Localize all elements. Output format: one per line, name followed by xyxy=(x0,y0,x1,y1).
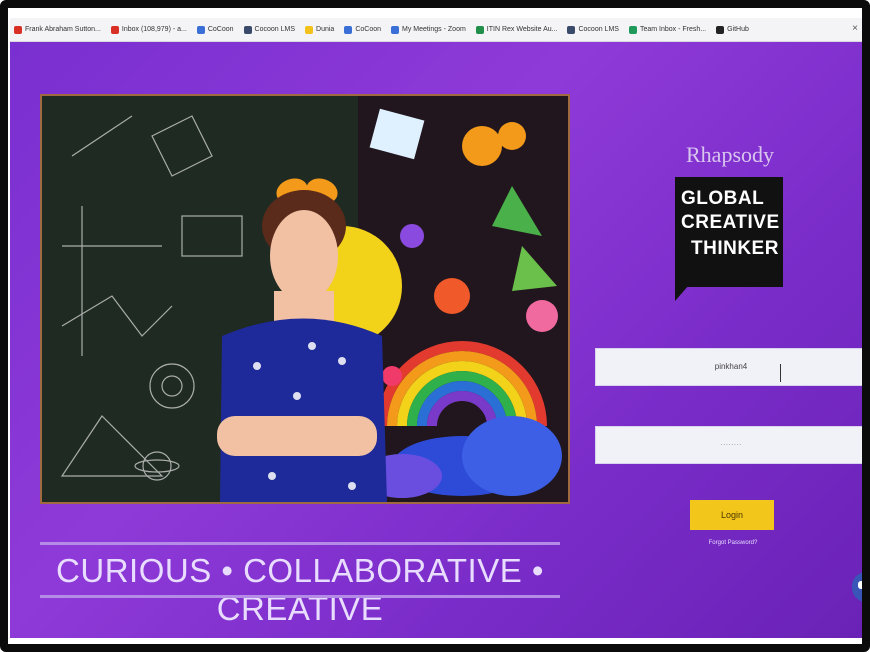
bookmark-label: Cocoon LMS xyxy=(254,26,296,33)
gmail-icon xyxy=(110,25,119,34)
globe-icon xyxy=(344,25,353,34)
bookmark-label: Inbox (108,979) - a... xyxy=(121,26,187,33)
bookmark-item[interactable]: Dunia xyxy=(305,25,335,34)
globe-icon xyxy=(391,25,399,34)
bookmark-label: Team Inbox - Fresh... xyxy=(639,26,707,33)
hero-illustration xyxy=(60,108,562,502)
close-icon[interactable]: × xyxy=(852,23,858,34)
gmail-icon xyxy=(14,25,22,34)
username-input[interactable]: pinkhan4 xyxy=(595,348,862,386)
bookmark-item[interactable]: ITIN Rex Website Au... xyxy=(475,25,558,34)
bookmark-item[interactable]: Inbox (108,979) - a... xyxy=(110,25,187,34)
logo-line-1: GLOBAL xyxy=(681,188,765,209)
tagline-text: CURIOUS • COLLABORATIVE • CREATIVE xyxy=(56,552,544,627)
sheet-icon xyxy=(475,25,484,34)
password-input[interactable]: ········ xyxy=(595,426,862,464)
chat-widget-button[interactable] xyxy=(852,572,862,602)
hero-banner-image xyxy=(40,94,570,504)
folder-icon xyxy=(305,25,314,34)
forgot-password-link[interactable]: Forgot Password? xyxy=(700,540,766,546)
logo-line-3: THINKER xyxy=(691,238,779,259)
chat-icon xyxy=(858,581,862,589)
login-button[interactable]: Login xyxy=(690,500,774,530)
bookmark-item[interactable]: CoCoon xyxy=(196,25,234,34)
bookmark-label: Frank Abraham Sutton... xyxy=(25,26,101,33)
bookmark-item[interactable]: My Meetings - Zoom xyxy=(391,25,466,34)
bookmark-item[interactable]: CoCoon xyxy=(344,25,381,34)
github-icon xyxy=(716,25,725,34)
bookmark-label: CoCoon xyxy=(207,26,234,33)
global-creative-thinker-logo: GLOBAL CREATIVE THINKER xyxy=(675,177,783,301)
logo-line-2: CREATIVE xyxy=(681,212,780,233)
bookmark-item[interactable]: GitHub xyxy=(716,25,749,34)
shield-icon xyxy=(628,25,637,34)
bookmark-label: My Meetings - Zoom xyxy=(402,26,466,33)
globe-icon xyxy=(196,25,205,34)
logo-speech-tail xyxy=(675,285,689,301)
login-page: CURIOUS • COLLABORATIVE • CREATIVE Rhaps… xyxy=(10,42,862,638)
brand-name: Rhapsody xyxy=(686,142,774,167)
bookmark-item[interactable]: Cocoon LMS xyxy=(243,25,296,34)
doc-icon xyxy=(567,25,576,34)
bookmarks-bar: Frank Abraham Sutton... Inbox (108,979) -… xyxy=(10,18,862,42)
bookmark-item[interactable]: Team Inbox - Fresh... xyxy=(628,25,707,34)
bookmark-label: ITIN Rex Website Au... xyxy=(486,26,558,33)
bookmark-item[interactable]: Cocoon LMS xyxy=(567,25,619,34)
doc-icon xyxy=(243,25,252,34)
bookmark-label: Dunia xyxy=(316,26,335,33)
logo-badge: GLOBAL CREATIVE THINKER xyxy=(675,177,783,287)
tagline-divider-bottom xyxy=(40,595,560,598)
bookmark-item[interactable]: Frank Abraham Sutton... xyxy=(14,25,101,34)
bookmark-label: Cocoon LMS xyxy=(578,26,619,33)
text-caret xyxy=(780,364,781,382)
tagline-divider-top xyxy=(40,542,560,545)
bookmark-label: GitHub xyxy=(727,26,749,33)
bookmark-label: CoCoon xyxy=(355,26,381,33)
tagline: CURIOUS • COLLABORATIVE • CREATIVE xyxy=(40,542,560,627)
